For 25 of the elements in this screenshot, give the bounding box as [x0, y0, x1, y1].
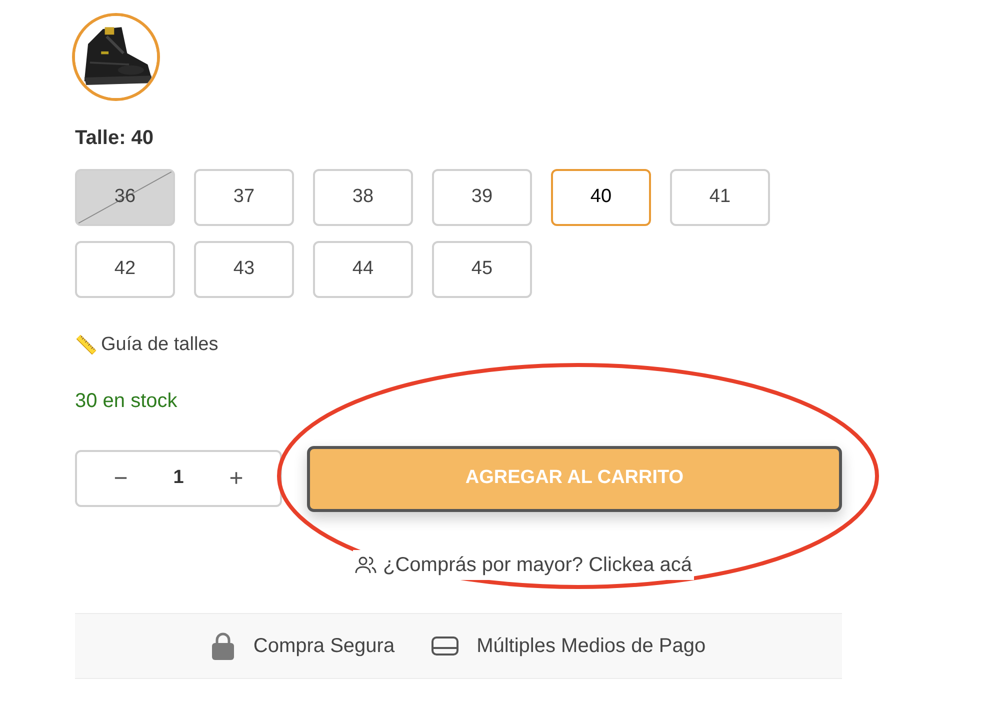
size-option[interactable]: 41 [670, 169, 770, 226]
trust-label: Múltiples Medios de Pago [476, 634, 706, 658]
size-option[interactable]: 39 [432, 169, 532, 226]
lock-icon [211, 632, 236, 660]
size-guide-text: Guía de talles [101, 333, 218, 357]
ruler-icon: 📏 [75, 332, 97, 359]
size-guide-link[interactable]: 📏 Guía de talles [75, 331, 218, 360]
size-option[interactable]: 37 [194, 169, 294, 226]
quantity-stepper[interactable]: − 1 + [75, 450, 282, 507]
size-option[interactable]: 40 [551, 169, 651, 226]
quantity-value: 1 [173, 466, 184, 490]
trust-label: Compra Segura [253, 634, 395, 658]
size-option[interactable]: 45 [432, 241, 532, 298]
size-option[interactable]: 42 [75, 241, 175, 298]
size-option[interactable]: 43 [194, 241, 294, 298]
card-icon [430, 636, 459, 656]
decrease-button[interactable]: − [106, 460, 136, 496]
size-label: Talle: 40 [75, 126, 155, 151]
size-option[interactable]: 36 [75, 169, 175, 226]
increase-button[interactable]: + [221, 460, 252, 496]
wholesale-link[interactable]: ¿Comprás por mayor? Clickea acá [353, 550, 694, 580]
size-option[interactable]: 44 [313, 241, 413, 298]
size-option[interactable]: 38 [313, 169, 413, 226]
stock-text: 30 en stock [75, 388, 178, 414]
users-icon [355, 554, 377, 574]
